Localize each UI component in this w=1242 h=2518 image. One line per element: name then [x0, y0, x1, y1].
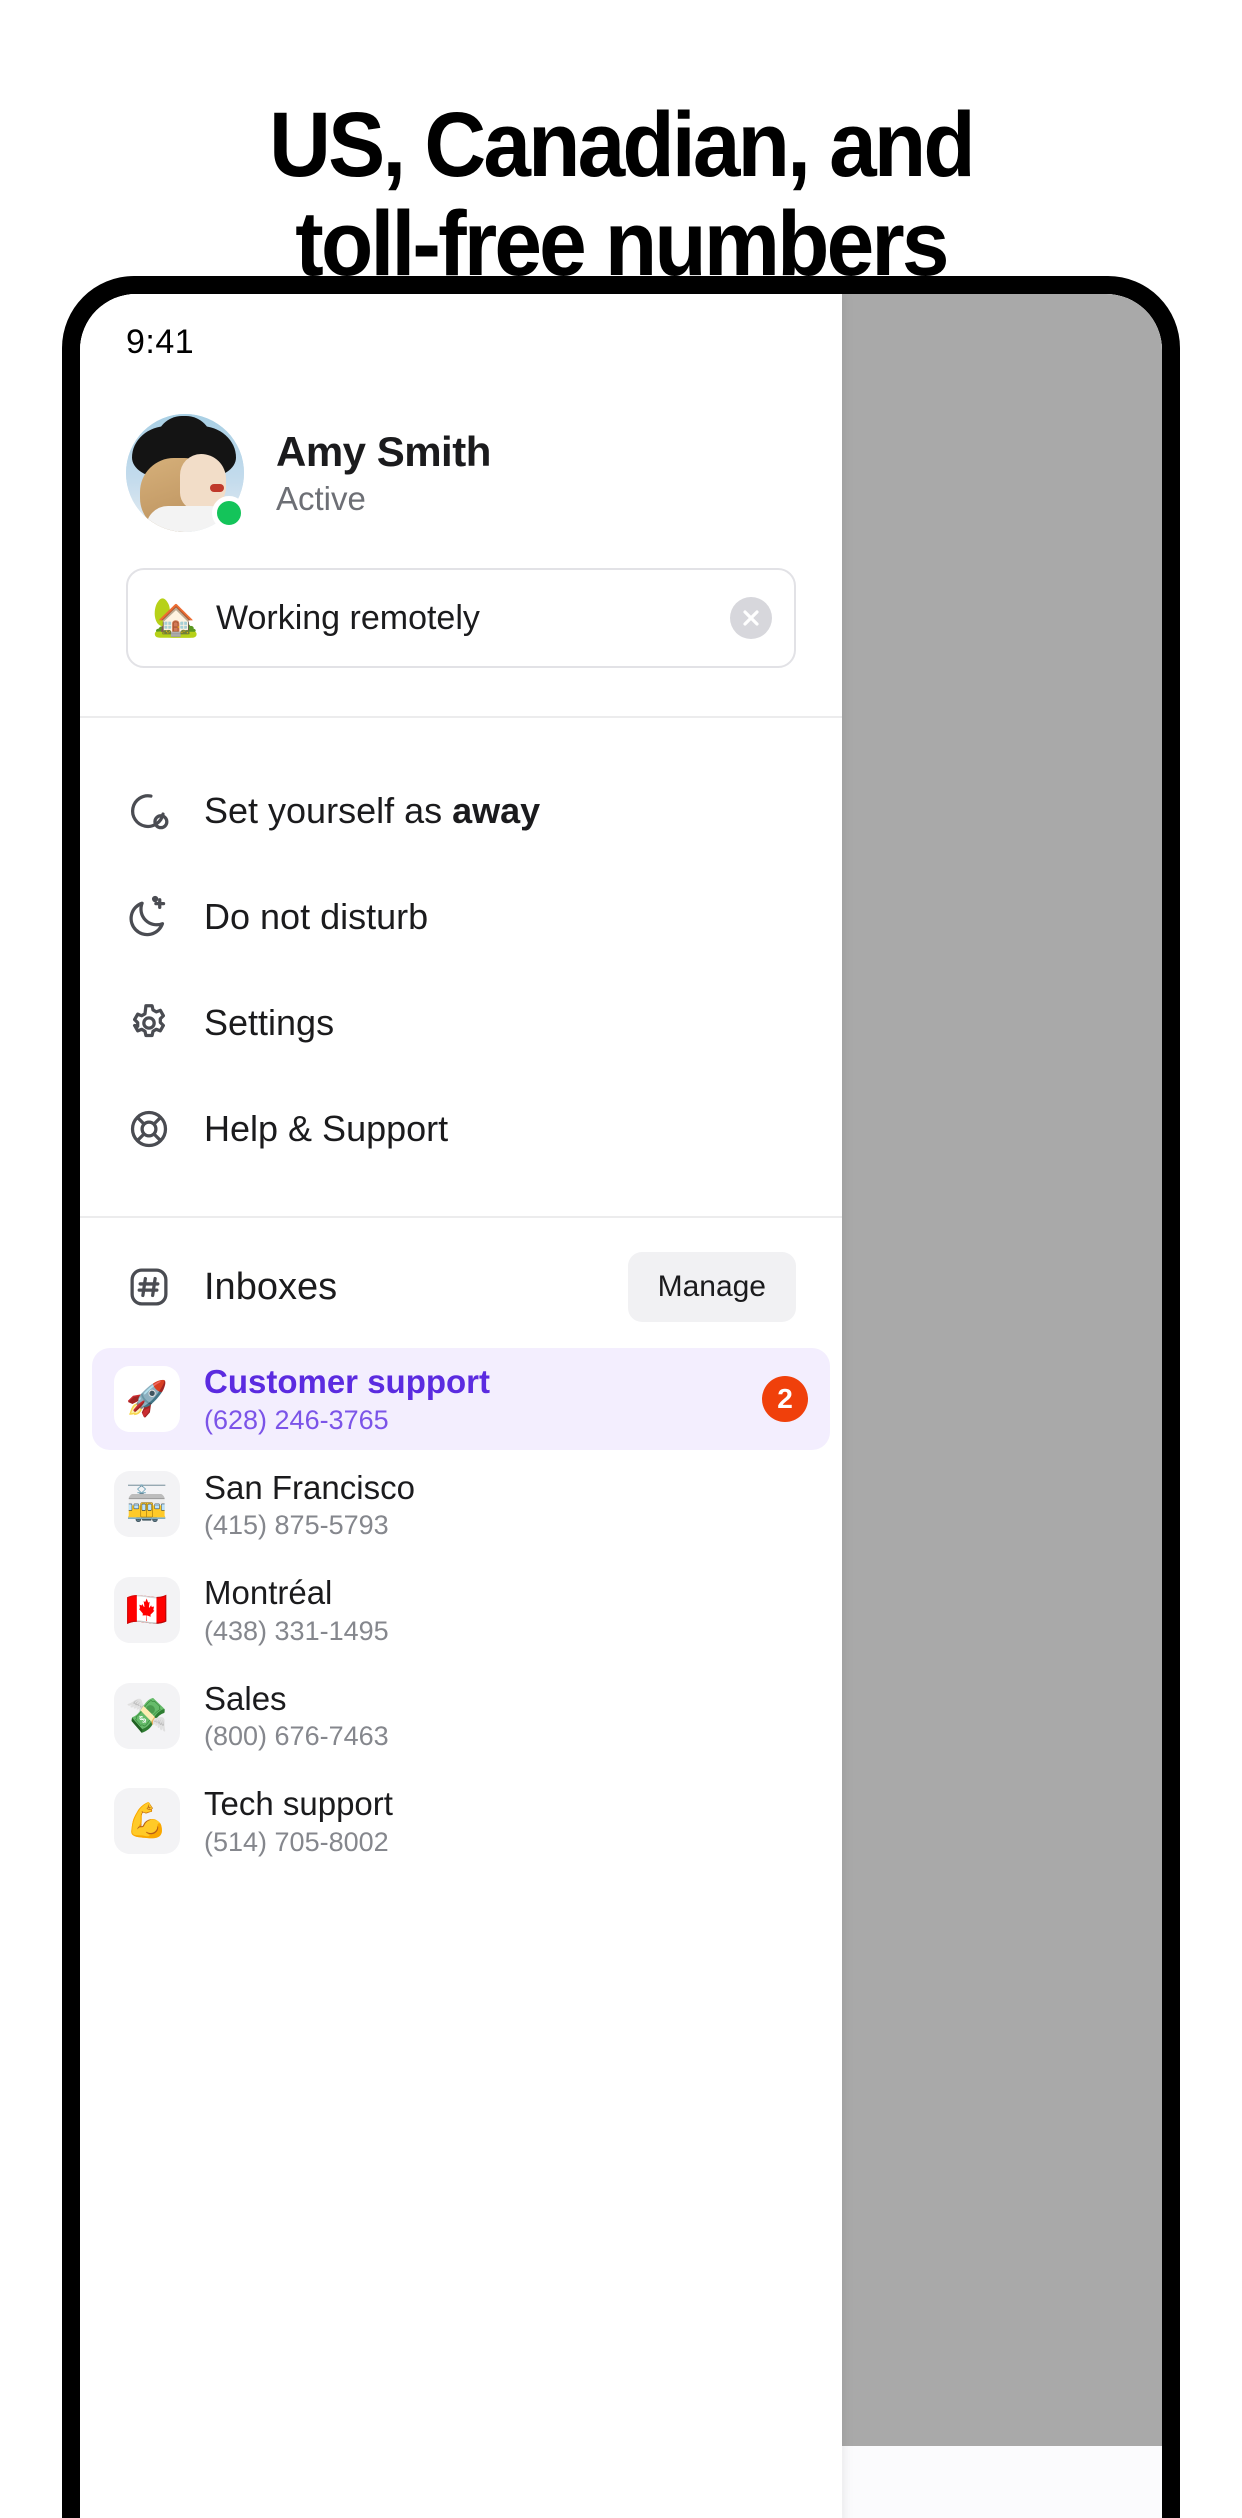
- inbox-item-number: (800) 676-7463: [204, 1721, 389, 1752]
- menu-item-help-support-label: Help & Support: [204, 1108, 449, 1149]
- hash-square-icon: [126, 1264, 172, 1310]
- inbox-item-texts: San Francisco (415) 875-5793: [204, 1468, 808, 1542]
- tram-icon: 🚋: [114, 1471, 180, 1538]
- inbox-item-name: Customer support: [204, 1363, 491, 1400]
- close-circle-icon[interactable]: [730, 597, 772, 639]
- inbox-item-texts: Sales (800) 676-7463: [204, 1679, 808, 1753]
- inbox-item-texts: Customer support (628) 246-3765: [204, 1362, 738, 1436]
- inbox-item-number: (628) 246-3765: [204, 1404, 389, 1435]
- inbox-item-tech-support[interactable]: 💪 Tech support (514) 705-8002: [92, 1770, 830, 1872]
- profile-header[interactable]: Amy Smith Active: [80, 390, 842, 532]
- profile-drawer: 9:41 Amy Smith Active 🏡 Working remotely…: [80, 294, 842, 2518]
- status-badge: 2: [762, 1375, 808, 1422]
- inbox-item-name: San Francisco: [204, 1468, 415, 1506]
- status-bar: 9:41: [80, 294, 842, 390]
- house-with-garden-icon: 🏡: [152, 597, 200, 639]
- gear-icon: [126, 1000, 172, 1046]
- inbox-item-name: Tech support: [204, 1785, 393, 1823]
- flexed-biceps-icon: 💪: [114, 1788, 180, 1855]
- inbox-item-texts: Tech support (514) 705-8002: [204, 1784, 808, 1858]
- profile-name: Amy Smith: [276, 427, 491, 475]
- inbox-item-texts: Montréal (438) 331-1495: [204, 1573, 808, 1647]
- clock-away-icon: [126, 788, 172, 834]
- menu-item-help-support[interactable]: Help & Support: [80, 1076, 842, 1182]
- menu-item-settings[interactable]: Settings: [80, 970, 842, 1076]
- menu-item-set-away[interactable]: Set yourself as away: [80, 758, 842, 864]
- lifebuoy-icon: [126, 1106, 172, 1152]
- moon-dnd-icon: [126, 894, 172, 940]
- drawer-menu: Set yourself as away Do not disturb Sett…: [80, 718, 842, 1202]
- canada-flag-icon: 🇨🇦: [114, 1576, 180, 1643]
- inbox-item-number: (415) 875-5793: [204, 1510, 389, 1541]
- page-title: US, Canadian, and toll-free numbers: [43, 94, 1198, 295]
- inbox-item-customer-support[interactable]: 🚀 Customer support (628) 246-3765 2: [92, 1348, 830, 1450]
- inbox-item-sales[interactable]: 💸 Sales (800) 676-7463: [92, 1665, 830, 1767]
- inboxes-header: Inboxes Manage: [80, 1218, 842, 1342]
- inbox-item-number: (438) 331-1495: [204, 1615, 389, 1646]
- inbox-item-name: Sales: [204, 1679, 287, 1717]
- money-with-wings-icon: 💸: [114, 1682, 180, 1749]
- menu-item-do-not-disturb[interactable]: Do not disturb: [80, 864, 842, 970]
- inbox-item-name: Montréal: [204, 1574, 333, 1612]
- profile-status: Active: [276, 480, 366, 518]
- phone-frame: Cu 🚀 (4 DL: [62, 276, 1180, 2518]
- inbox-item-san-francisco[interactable]: 🚋 San Francisco (415) 875-5793: [92, 1454, 830, 1556]
- inboxes-title: Inboxes: [204, 1265, 338, 1308]
- headline-line-1: US, Canadian, and: [269, 94, 976, 196]
- status-input-value[interactable]: Working remotely: [200, 599, 730, 638]
- page-root: US, Canadian, and toll-free numbers Cu 🚀…: [0, 0, 1242, 2518]
- menu-item-set-away-label: Set yourself as away: [204, 790, 541, 831]
- manage-button[interactable]: Manage: [627, 1252, 796, 1322]
- inbox-list: 🚀 Customer support (628) 246-3765 2 🚋 Sa…: [80, 1342, 842, 1872]
- profile-text: Amy Smith Active: [276, 428, 491, 518]
- avatar[interactable]: [126, 414, 246, 532]
- phone-screen: Cu 🚀 (4 DL: [80, 294, 1162, 2518]
- inbox-item-number: (514) 705-8002: [204, 1826, 389, 1857]
- status-input[interactable]: 🏡 Working remotely: [126, 568, 796, 668]
- presence-indicator: [212, 496, 246, 530]
- inbox-item-montreal[interactable]: 🇨🇦 Montréal (438) 331-1495: [92, 1559, 830, 1661]
- menu-item-do-not-disturb-label: Do not disturb: [204, 896, 429, 937]
- status-bar-time: 9:41: [126, 322, 195, 361]
- menu-item-settings-label: Settings: [204, 1002, 335, 1043]
- rocket-icon: 🚀: [114, 1365, 180, 1432]
